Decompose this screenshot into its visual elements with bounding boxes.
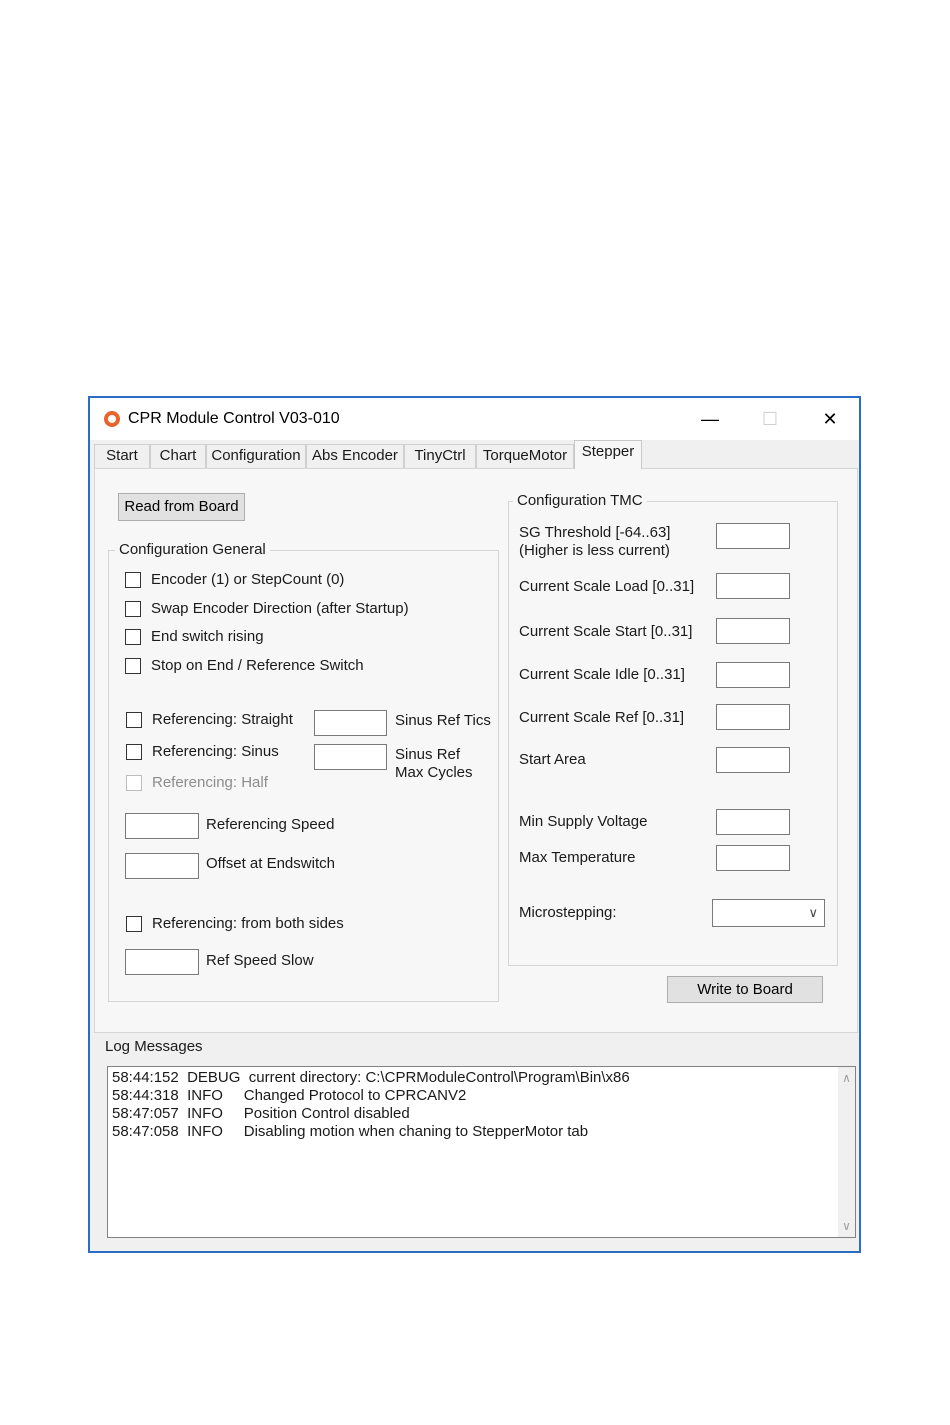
log-line: 58:47:057 INFO Position Control disabled [112,1105,410,1122]
ref-half-checkbox [126,775,142,791]
current-scale-start-label: Current Scale Start [0..31] [519,623,693,640]
referencing-speed-input[interactable] [125,813,199,839]
offset-endswitch-input[interactable] [125,853,199,879]
sinus-ref-max-label-1: Sinus Ref [395,746,461,763]
close-button[interactable]: ✕ [807,404,853,434]
stop-on-end-label: Stop on End / Reference Switch [151,657,364,674]
end-switch-rising-label: End switch rising [151,628,264,645]
sg-threshold-label-1: SG Threshold [-64..63] [519,524,671,541]
end-switch-rising-checkbox[interactable] [125,629,141,645]
swap-encoder-label: Swap Encoder Direction (after Startup) [151,600,409,617]
chevron-down-icon: ∨ [808,905,818,920]
max-temperature-label: Max Temperature [519,849,636,866]
title-bar[interactable]: CPR Module Control V03-010 — ☐ ✕ [90,398,859,440]
current-scale-ref-label: Current Scale Ref [0..31] [519,709,685,726]
log-scrollbar[interactable]: ∧ ∨ [838,1067,855,1237]
start-area-input[interactable] [716,747,790,773]
current-scale-idle-label: Current Scale Idle [0..31] [519,666,685,683]
tab-torquemotor[interactable]: TorqueMotor [476,444,574,468]
ref-speed-slow-label: Ref Speed Slow [206,952,314,969]
ref-half-label: Referencing: Half [152,774,268,791]
sinus-ref-tics-input[interactable] [314,710,387,736]
log-line: 58:44:152 DEBUG current directory: C:\CP… [112,1069,630,1086]
encoder-checkbox[interactable] [125,572,141,588]
log-line: 58:47:058 INFO Disabling motion when cha… [112,1123,589,1140]
microstepping-label: Microstepping: [519,904,617,921]
app-window: CPR Module Control V03-010 — ☐ ✕ Start C… [88,396,861,1253]
scroll-up-icon[interactable]: ∧ [838,1071,855,1085]
sinus-ref-max-cycles-input[interactable] [314,744,387,770]
current-scale-idle-input[interactable] [716,662,790,688]
ref-speed-slow-input[interactable] [125,949,199,975]
min-supply-voltage-input[interactable] [716,809,790,835]
current-scale-load-label: Current Scale Load [0..31] [519,578,695,595]
ref-both-sides-checkbox[interactable] [126,916,142,932]
tab-start[interactable]: Start [94,444,150,468]
scroll-down-icon[interactable]: ∨ [838,1219,855,1233]
configuration-general-group: Configuration General Encoder (1) or Ste… [108,541,499,1002]
ref-sinus-label: Referencing: Sinus [152,743,279,760]
ref-straight-checkbox[interactable] [126,712,142,728]
current-scale-start-input[interactable] [716,618,790,644]
maximize-button: ☐ [761,409,779,429]
read-from-board-button[interactable]: Read from Board [118,493,245,521]
tab-strip: Start Chart Configuration Abs Encoder Ti… [94,440,853,469]
log-messages-title: Log Messages [105,1038,203,1055]
log-messages-box[interactable]: 58:44:152 DEBUG current directory: C:\CP… [107,1066,856,1238]
start-area-label: Start Area [519,751,586,768]
swap-encoder-checkbox[interactable] [125,601,141,617]
ref-both-sides-label: Referencing: from both sides [152,915,344,932]
ref-straight-label: Referencing: Straight [152,711,293,728]
referencing-speed-label: Referencing Speed [206,816,335,833]
tab-tinyctrl[interactable]: TinyCtrl [404,444,476,468]
tab-chart[interactable]: Chart [150,444,206,468]
stop-on-end-checkbox[interactable] [125,658,141,674]
encoder-label: Encoder (1) or StepCount (0) [151,571,345,588]
max-temperature-input[interactable] [716,845,790,871]
sg-threshold-input[interactable] [716,523,790,549]
log-messages-group: Log Messages 58:44:152 DEBUG current dir… [94,1038,858,1248]
group-title-tmc: Configuration TMC [513,492,647,509]
sinus-ref-max-label-2: Max Cycles [395,764,473,781]
configuration-tmc-group: Configuration TMC SG Threshold [-64..63]… [508,492,838,966]
log-line: 58:44:318 INFO Changed Protocol to CPRCA… [112,1087,467,1104]
minimize-button[interactable]: — [687,404,733,434]
tab-configuration[interactable]: Configuration [206,444,306,468]
microstepping-select[interactable]: ∨ [712,899,825,927]
stepper-panel: Read from Board Configuration General En… [94,468,858,1033]
group-title-general: Configuration General [115,541,270,558]
sg-threshold-label-2: (Higher is less current) [519,542,670,559]
ref-sinus-checkbox[interactable] [126,744,142,760]
current-scale-ref-input[interactable] [716,704,790,730]
sinus-ref-tics-label: Sinus Ref Tics [395,712,491,729]
tab-stepper[interactable]: Stepper [574,440,642,469]
min-supply-voltage-label: Min Supply Voltage [519,813,648,830]
write-to-board-button[interactable]: Write to Board [667,976,823,1003]
tab-abs-encoder[interactable]: Abs Encoder [306,444,404,468]
offset-endswitch-label: Offset at Endswitch [206,855,335,872]
app-logo-icon [104,411,120,427]
window-title: CPR Module Control V03-010 [128,410,340,427]
current-scale-load-input[interactable] [716,573,790,599]
